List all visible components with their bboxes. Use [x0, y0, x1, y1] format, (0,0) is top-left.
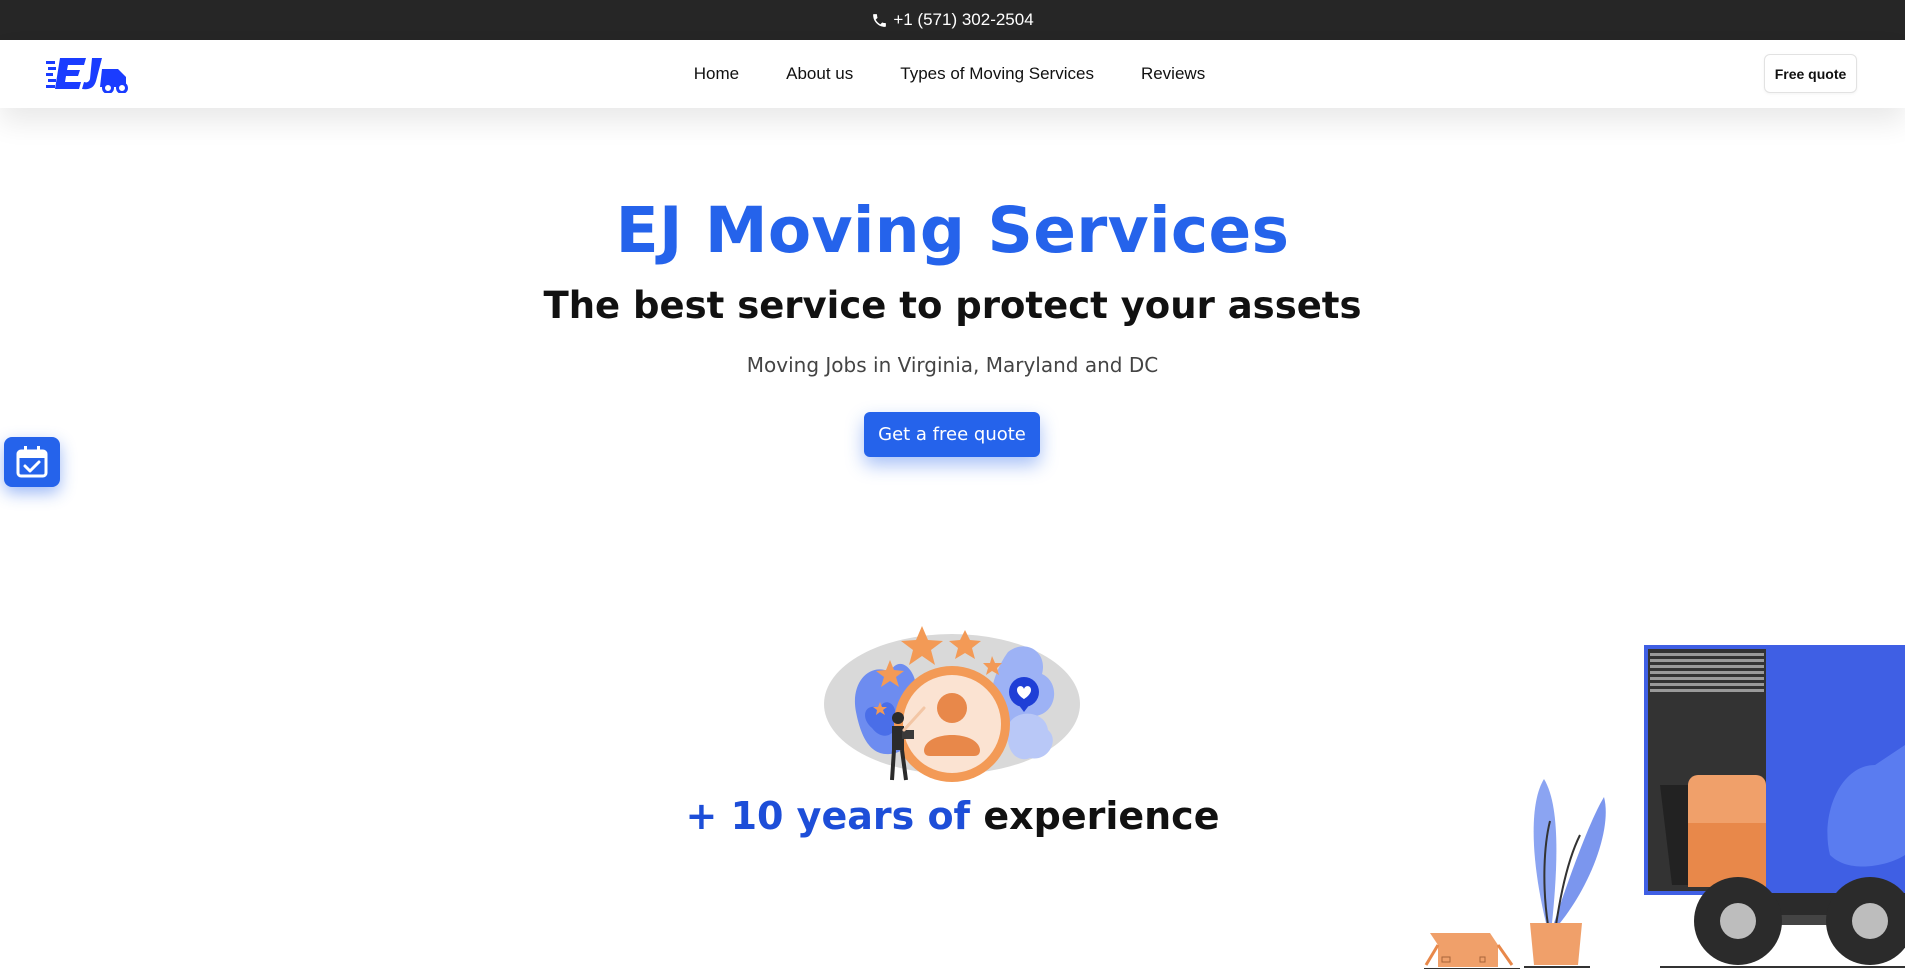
top-bar: +1 (571) 302-2504 [0, 0, 1905, 40]
customer-rating-illustration [824, 626, 1080, 782]
navbar: Home About us Types of Moving Services R… [0, 40, 1905, 108]
phone-icon [873, 13, 887, 27]
nav-home[interactable]: Home [694, 64, 739, 84]
get-free-quote-button[interactable]: Get a free quote [864, 412, 1040, 457]
box-illustration [1424, 933, 1520, 969]
free-quote-button[interactable]: Free quote [1764, 54, 1857, 93]
calendar-button[interactable] [4, 437, 60, 487]
nav-links: Home About us Types of Moving Services R… [0, 40, 1905, 108]
nav-about-us[interactable]: About us [786, 64, 853, 84]
phone-number: +1 (571) 302-2504 [893, 10, 1034, 29]
nav-types-of-moving-services[interactable]: Types of Moving Services [900, 64, 1094, 84]
nav-reviews[interactable]: Reviews [1141, 64, 1205, 84]
plant-illustration [1524, 779, 1606, 968]
calendar-check-icon [16, 446, 48, 478]
moving-truck-illustration [1424, 645, 1905, 969]
hero-subtitle: The best service to protect your assets [543, 284, 1362, 327]
truck-illustration [1644, 645, 1905, 968]
experience-years: + 10 years of [685, 794, 971, 838]
hero-title: EJ Moving Services [615, 194, 1290, 267]
phone-link[interactable]: +1 (571) 302-2504 [871, 10, 1034, 30]
hero-description: Moving Jobs in Virginia, Maryland and DC [746, 353, 1159, 377]
experience-word: experience [983, 794, 1220, 838]
